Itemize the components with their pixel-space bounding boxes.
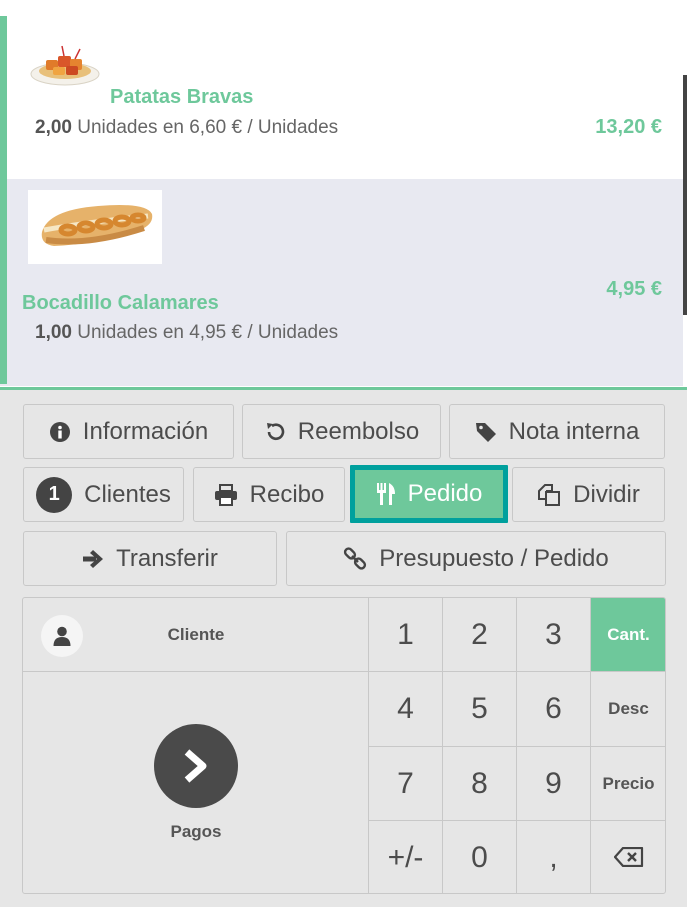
backspace-button[interactable] — [591, 821, 665, 893]
mode-qty-button[interactable]: Cant. — [591, 598, 665, 672]
numpad-key-1[interactable]: 1 — [369, 598, 443, 672]
info-circle-icon — [49, 421, 71, 443]
refund-label: Reembolso — [297, 417, 420, 445]
refund-button[interactable]: Reembolso — [242, 404, 441, 459]
customer-button[interactable]: Cliente — [23, 598, 369, 672]
patatas-bravas-image — [30, 45, 100, 86]
numpad-key-7[interactable]: 7 — [369, 747, 443, 821]
guests-button[interactable]: 1 Clientes — [23, 467, 184, 522]
mode-discount-button[interactable]: Desc — [591, 672, 665, 747]
product-name: Bocadillo Calamares — [22, 292, 219, 314]
tag-icon — [475, 421, 497, 443]
numpad-key-plus-minus[interactable]: +/- — [369, 821, 443, 893]
numpad-key-9[interactable]: 9 — [517, 747, 591, 821]
payment-label: Pagos — [170, 822, 222, 841]
guests-count-badge: 1 — [36, 476, 73, 513]
numpad-key-5[interactable]: 5 — [443, 672, 517, 747]
product-unit-info: Unidades en 6,60 € / Unidades — [77, 117, 339, 138]
scrollbar[interactable] — [683, 75, 687, 315]
order-line-selected[interactable]: Bocadillo Calamares 1,00 Unidades en 4,9… — [0, 179, 683, 386]
guests-label: Clientes — [84, 480, 171, 508]
quotation-button[interactable]: Presupuesto / Pedido — [286, 531, 666, 586]
payment-button[interactable]: Pagos — [23, 672, 369, 893]
cutlery-icon — [376, 482, 396, 506]
chevron-right-icon — [154, 724, 238, 808]
print-icon — [214, 483, 238, 506]
product-qty: 1,00 — [35, 322, 72, 343]
internal-note-label: Nota interna — [508, 417, 640, 445]
internal-note-button[interactable]: Nota interna — [449, 404, 665, 459]
copy-icon — [537, 483, 561, 507]
numpad-key-0[interactable]: 0 — [443, 821, 517, 893]
split-button[interactable]: Dividir — [512, 467, 665, 522]
order-line[interactable]: Patatas Bravas 2,00 Unidades en 6,60 € /… — [0, 0, 683, 179]
bocadillo-image — [28, 190, 162, 264]
numpad-key-8[interactable]: 8 — [443, 747, 517, 821]
numpad-key-2[interactable]: 2 — [443, 598, 517, 672]
quotation-label: Presupuesto / Pedido — [379, 544, 609, 572]
product-unit-info: Unidades en 4,95 € / Unidades — [77, 322, 339, 343]
numpad-panel: Cliente Pagos 1 2 3 Cant. 4 5 6 Desc 7 8… — [22, 597, 666, 894]
receipt-label: Recibo — [249, 480, 325, 508]
undo-icon — [264, 421, 286, 443]
link-icon — [343, 546, 367, 571]
transfer-label: Transferir — [116, 544, 218, 572]
transfer-button[interactable]: Transferir — [23, 531, 277, 586]
receipt-button[interactable]: Recibo — [193, 467, 345, 522]
selection-indicator — [0, 16, 7, 384]
product-price: 4,95 € — [606, 278, 662, 300]
order-button[interactable]: Pedido — [350, 465, 508, 523]
numpad-key-6[interactable]: 6 — [517, 672, 591, 747]
order-label: Pedido — [407, 480, 483, 507]
numpad-key-3[interactable]: 3 — [517, 598, 591, 672]
arrow-right-icon — [82, 549, 104, 569]
split-label: Dividir — [573, 480, 640, 508]
numpad-key-4[interactable]: 4 — [369, 672, 443, 747]
product-qty-info: 1,00 Unidades en 4,95 € / Unidades — [35, 322, 338, 344]
product-qty: 2,00 — [35, 117, 72, 138]
divider — [0, 387, 687, 390]
numpad-key-comma[interactable]: , — [517, 821, 591, 893]
info-button[interactable]: Información — [23, 404, 234, 459]
product-name: Patatas Bravas — [110, 86, 254, 108]
customer-label: Cliente — [167, 625, 225, 644]
product-price: 13,20 € — [595, 116, 662, 138]
order-lines: Patatas Bravas 2,00 Unidades en 6,60 € /… — [0, 0, 687, 390]
mode-price-button[interactable]: Precio — [591, 747, 665, 821]
backspace-icon — [613, 841, 644, 875]
info-label: Información — [82, 417, 209, 445]
product-qty-info: 2,00 Unidades en 6,60 € / Unidades — [35, 117, 338, 139]
